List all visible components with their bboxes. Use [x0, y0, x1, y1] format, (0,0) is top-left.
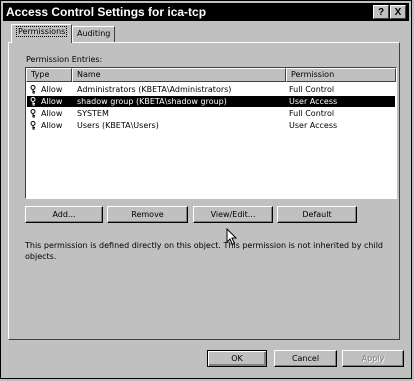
title-bar[interactable]: Access Control Settings for ica-tcp ? X	[3, 3, 409, 21]
entry-name: shadow group (KBETA\shadow group)	[77, 97, 227, 106]
permission-description: This permission is defined directly on t…	[25, 241, 383, 261]
table-row[interactable]: Allow SYSTEM Full Control	[27, 108, 395, 119]
close-button[interactable]: X	[390, 5, 406, 19]
entry-name: Administrators (KBETA\Administrators)	[77, 85, 232, 94]
ok-button[interactable]: OK	[207, 350, 267, 367]
entry-permission: User Access	[289, 121, 338, 130]
column-header-permission[interactable]: Permission	[286, 68, 396, 82]
entry-permission: User Access	[289, 97, 338, 106]
column-header-type[interactable]: Type	[26, 68, 72, 82]
default-button[interactable]: Default	[277, 206, 357, 223]
permission-entries-list[interactable]: Type Name Permission Allow Administrator…	[25, 67, 397, 199]
table-row[interactable]: Allow Users (KBETA\Users) User Access	[27, 120, 395, 131]
remove-button[interactable]: Remove	[107, 206, 188, 223]
help-button[interactable]: ?	[373, 5, 389, 19]
entry-name: SYSTEM	[77, 109, 109, 118]
arrow-cursor-icon	[226, 228, 238, 246]
key-icon	[30, 109, 36, 118]
entry-permission: Full Control	[289, 85, 335, 94]
entry-type: Allow	[41, 109, 63, 118]
entry-name: Users (KBETA\Users)	[77, 121, 159, 130]
add-button[interactable]: Add...	[25, 206, 103, 223]
table-row[interactable]: Allow shadow group (KBETA\shadow group) …	[27, 96, 395, 107]
view-edit-button[interactable]: View/Edit...	[193, 206, 273, 223]
apply-button[interactable]: Apply	[342, 350, 404, 367]
window-title: Access Control Settings for ica-tcp	[6, 5, 207, 19]
key-icon	[30, 97, 36, 106]
entry-permission: Full Control	[289, 109, 335, 118]
tab-permissions-label: Permissions	[16, 26, 68, 37]
entry-type: Allow	[41, 97, 63, 106]
entry-type: Allow	[41, 85, 63, 94]
tab-auditing[interactable]: Auditing	[72, 26, 116, 42]
column-header-name[interactable]: Name	[72, 68, 286, 82]
cancel-button[interactable]: Cancel	[274, 350, 337, 367]
entry-type: Allow	[41, 121, 63, 130]
key-icon	[30, 121, 36, 130]
table-row[interactable]: Allow Administrators (KBETA\Administrato…	[27, 84, 395, 95]
permission-entries-label: Permission Entries:	[26, 55, 103, 64]
key-icon	[30, 85, 36, 94]
tab-auditing-label: Auditing	[77, 29, 111, 38]
tab-permissions[interactable]: Permissions	[11, 24, 73, 43]
